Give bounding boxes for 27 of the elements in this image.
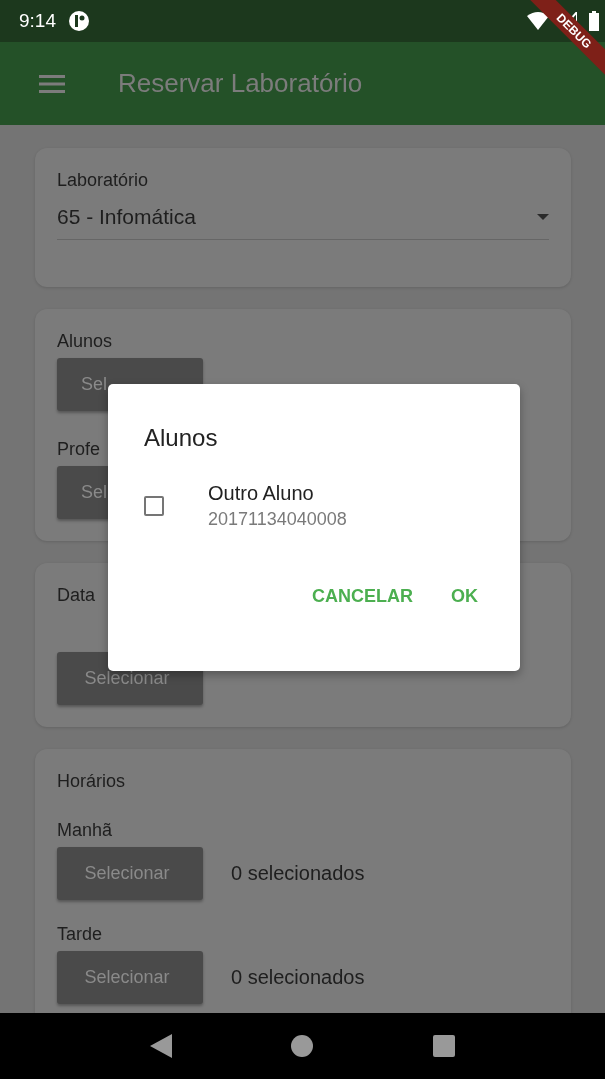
student-name: Outro Aluno bbox=[208, 482, 315, 505]
recents-icon[interactable] bbox=[433, 1035, 456, 1057]
battery-icon bbox=[589, 11, 599, 31]
select-button[interactable]: Selecionar bbox=[57, 847, 203, 900]
section-label: Profe bbox=[57, 439, 101, 460]
dialog-title: Alunos bbox=[144, 424, 219, 452]
student-id: 20171134040008 bbox=[208, 509, 347, 530]
dialog-action-button[interactable]: OK bbox=[439, 578, 490, 615]
select-button[interactable]: Selecionar bbox=[57, 951, 203, 1004]
status-time: 9:14 bbox=[19, 10, 56, 32]
dialog-action-button[interactable]: CANCELAR bbox=[300, 578, 425, 615]
section-label: Data bbox=[57, 585, 96, 606]
field-label: Laboratório bbox=[57, 170, 149, 191]
home-icon[interactable] bbox=[291, 1035, 314, 1057]
selected-count: 0 selecionados bbox=[231, 862, 365, 885]
app-title: Reservar Laboratório bbox=[118, 68, 363, 99]
period-label: Tarde bbox=[57, 924, 103, 945]
dropdown-field[interactable]: 65 - Infomática bbox=[57, 205, 549, 240]
app-notification-icon bbox=[68, 10, 90, 32]
section-label: Alunos bbox=[57, 331, 113, 352]
section-title: Horários bbox=[57, 771, 126, 792]
dropdown-caret-icon bbox=[537, 214, 549, 220]
checkbox[interactable] bbox=[144, 496, 164, 516]
period-label: Manhã bbox=[57, 820, 113, 841]
wifi-icon bbox=[527, 12, 549, 30]
back-icon[interactable] bbox=[149, 1034, 172, 1058]
selected-count: 0 selecionados bbox=[231, 966, 365, 989]
